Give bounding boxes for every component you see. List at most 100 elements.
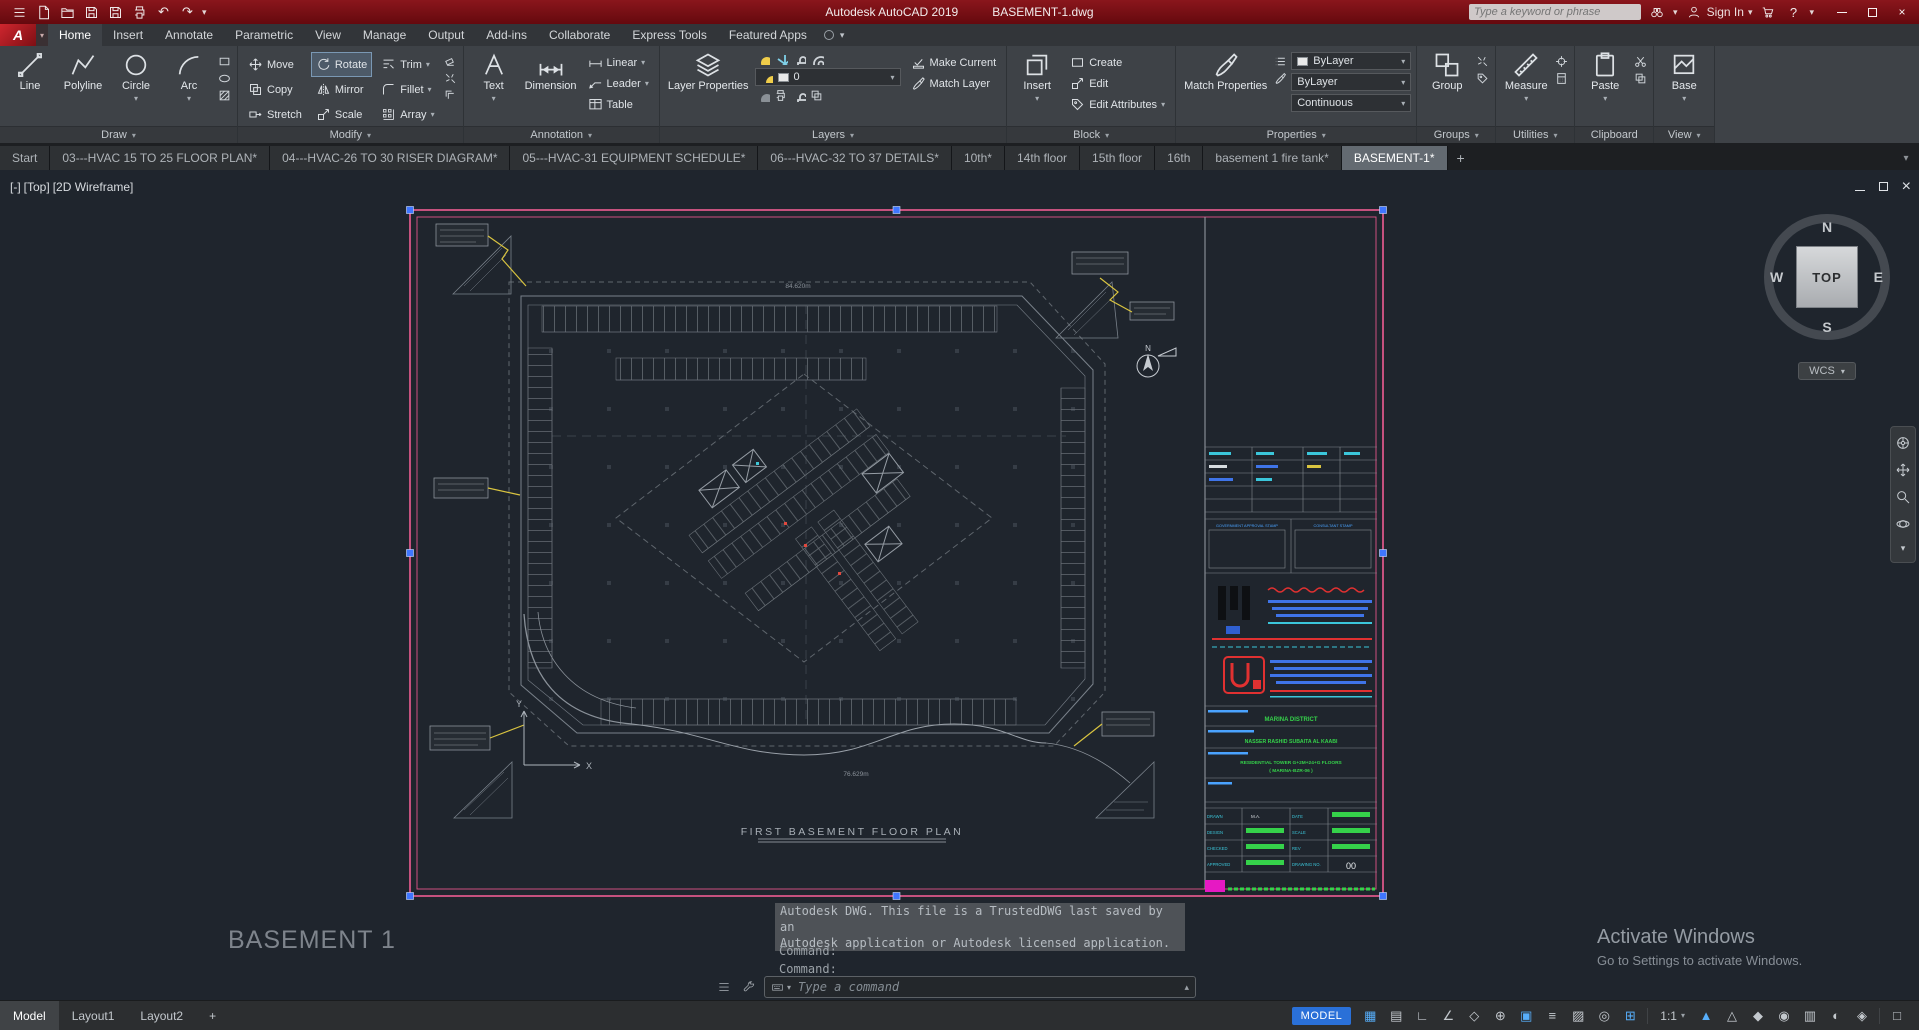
- viewport-minimize-control[interactable]: [-]: [10, 180, 21, 194]
- application-menu-chevron-icon[interactable]: ▾: [36, 24, 48, 46]
- tab-express-tools[interactable]: Express Tools: [621, 24, 717, 46]
- file-tab[interactable]: 15th floor: [1080, 146, 1155, 170]
- clean-screen-icon[interactable]: □: [1885, 1005, 1909, 1027]
- ribbon-collapse-control[interactable]: ▾: [824, 24, 845, 46]
- layout1-tab[interactable]: Layout1: [59, 1001, 128, 1030]
- paste-button[interactable]: Paste ▾: [1580, 48, 1630, 126]
- layer-freeze-icon[interactable]: [773, 52, 788, 65]
- close-button[interactable]: ×: [1887, 0, 1917, 24]
- fillet-button[interactable]: Fillet▾: [376, 77, 439, 102]
- viewport-view-control[interactable]: [Top]: [24, 180, 50, 194]
- viewcube-west[interactable]: W: [1770, 269, 1783, 285]
- tab-insert[interactable]: Insert: [102, 24, 154, 46]
- object-snap-tracking-icon[interactable]: ⊕: [1488, 1005, 1512, 1027]
- viewcube-compass-ring[interactable]: N S W E TOP: [1764, 214, 1890, 340]
- lineweight-icon[interactable]: ≡: [1540, 1005, 1564, 1027]
- search-input[interactable]: [1474, 6, 1636, 18]
- search-dropdown-icon[interactable]: ▾: [1673, 7, 1678, 18]
- plot-icon[interactable]: [130, 3, 149, 21]
- make-current-button[interactable]: Make Current: [906, 54, 1002, 71]
- doc-minimize-button[interactable]: [1855, 178, 1865, 196]
- mirror-button[interactable]: Mirror: [311, 77, 372, 102]
- modify-panel-label[interactable]: Modify ▾: [238, 126, 463, 143]
- ortho-icon[interactable]: ∟: [1410, 1005, 1434, 1027]
- open-file-icon[interactable]: [58, 3, 77, 21]
- tab-collaborate[interactable]: Collaborate: [538, 24, 621, 46]
- groups-panel-label[interactable]: Groups ▾: [1417, 126, 1495, 143]
- layer-merge-icon[interactable]: [809, 89, 824, 102]
- explode-icon[interactable]: [443, 72, 458, 85]
- layer-properties-button[interactable]: Layer Properties: [665, 48, 752, 126]
- redo-button[interactable]: ↷: [178, 3, 197, 21]
- file-tab[interactable]: 10th*: [952, 146, 1005, 170]
- file-tab[interactable]: 05---HVAC-31 EQUIPMENT SCHEDULE*: [510, 146, 758, 170]
- save-as-icon[interactable]: [106, 3, 125, 21]
- file-tab-start[interactable]: Start: [0, 146, 50, 170]
- workspace-settings-icon[interactable]: ◆: [1746, 1005, 1770, 1027]
- save-icon[interactable]: [82, 3, 101, 21]
- object-snap-icon[interactable]: ▣: [1514, 1005, 1538, 1027]
- group-button[interactable]: Group: [1422, 48, 1472, 126]
- layers-panel-label[interactable]: Layers ▾: [660, 126, 1006, 143]
- scale-button[interactable]: Scale: [311, 102, 372, 127]
- layer-lock-icon[interactable]: [791, 52, 806, 65]
- tab-featured-apps[interactable]: Featured Apps: [718, 24, 818, 46]
- edit-block-button[interactable]: Edit: [1065, 75, 1170, 92]
- tab-parametric[interactable]: Parametric: [224, 24, 304, 46]
- app-store-cart-icon[interactable]: [1759, 3, 1777, 21]
- application-menu-button[interactable]: A: [0, 24, 36, 46]
- viewcube-north[interactable]: N: [1822, 219, 1832, 235]
- file-tab[interactable]: 06---HVAC-32 TO 37 DETAILS*: [758, 146, 952, 170]
- wcs-selector[interactable]: WCS ▾: [1798, 362, 1856, 380]
- hatch-icon[interactable]: [217, 89, 232, 102]
- tab-manage[interactable]: Manage: [352, 24, 417, 46]
- dimension-button[interactable]: Dimension: [522, 48, 580, 126]
- move-button[interactable]: Move: [243, 52, 307, 77]
- graphics-performance-icon[interactable]: ◈: [1850, 1005, 1874, 1027]
- file-tab[interactable]: 14th floor: [1005, 146, 1080, 170]
- layout2-tab[interactable]: Layout2: [127, 1001, 196, 1030]
- layer-off-icon[interactable]: [755, 89, 770, 102]
- maximize-button[interactable]: [1857, 0, 1887, 24]
- doc-restore-button[interactable]: [1879, 178, 1888, 196]
- array-button[interactable]: Array▾: [376, 102, 439, 127]
- layer-select-dropdown[interactable]: 0 ▾: [755, 68, 901, 86]
- block-panel-label[interactable]: Block ▾: [1007, 126, 1175, 143]
- isometric-drafting-icon[interactable]: ◇: [1462, 1005, 1486, 1027]
- clipboard-panel-label[interactable]: Clipboard: [1575, 126, 1653, 143]
- ungroup-icon[interactable]: [1475, 55, 1490, 68]
- text-button[interactable]: Text ▾: [469, 48, 519, 126]
- undo-button[interactable]: ↶: [154, 3, 173, 21]
- zoom-icon[interactable]: [1895, 489, 1911, 505]
- insert-button[interactable]: Insert ▾: [1012, 48, 1062, 126]
- rotate-button[interactable]: Rotate: [311, 52, 372, 77]
- layer-on-icon[interactable]: [755, 52, 770, 65]
- leader-button[interactable]: Leader▾: [583, 75, 654, 92]
- viewport-style-control[interactable]: [2D Wireframe]: [53, 180, 134, 194]
- polar-tracking-icon[interactable]: ∠: [1436, 1005, 1460, 1027]
- file-tab-active[interactable]: BASEMENT-1*: [1342, 146, 1448, 170]
- linetype-dropdown[interactable]: Continuous ▾: [1291, 94, 1411, 112]
- layer-plot-icon[interactable]: [773, 89, 788, 102]
- trim-button[interactable]: Trim▾: [376, 52, 439, 77]
- lineweight-dropdown[interactable]: ByLayer ▾: [1291, 73, 1411, 91]
- command-wrench-icon[interactable]: [739, 977, 759, 997]
- model-space-canvas[interactable]: [-] [Top] [2D Wireframe] ×: [0, 170, 1919, 1000]
- command-options-button[interactable]: ▾: [771, 981, 791, 994]
- model-space-badge[interactable]: MODEL: [1292, 1007, 1352, 1025]
- steering-wheel-icon[interactable]: [1895, 435, 1911, 451]
- command-input[interactable]: Type a command: [798, 980, 899, 994]
- erase-icon[interactable]: [443, 55, 458, 68]
- cut-icon[interactable]: [1633, 55, 1648, 68]
- create-block-button[interactable]: Create: [1065, 54, 1170, 71]
- group-edit-icon[interactable]: [1475, 72, 1490, 85]
- properties-paint-icon[interactable]: [1273, 72, 1288, 85]
- navbar-more-icon[interactable]: ▾: [1901, 543, 1906, 554]
- file-tab[interactable]: 03---HVAC 15 TO 25 FLOOR PLAN*: [50, 146, 270, 170]
- layer-isolate-icon[interactable]: [809, 52, 824, 65]
- new-file-icon[interactable]: [34, 3, 53, 21]
- id-point-icon[interactable]: [1554, 55, 1569, 68]
- command-customize-icon[interactable]: [714, 977, 734, 997]
- file-tab[interactable]: 04---HVAC-26 TO 30 RISER DIAGRAM*: [270, 146, 510, 170]
- object-color-dropdown[interactable]: ByLayer ▾: [1291, 52, 1411, 70]
